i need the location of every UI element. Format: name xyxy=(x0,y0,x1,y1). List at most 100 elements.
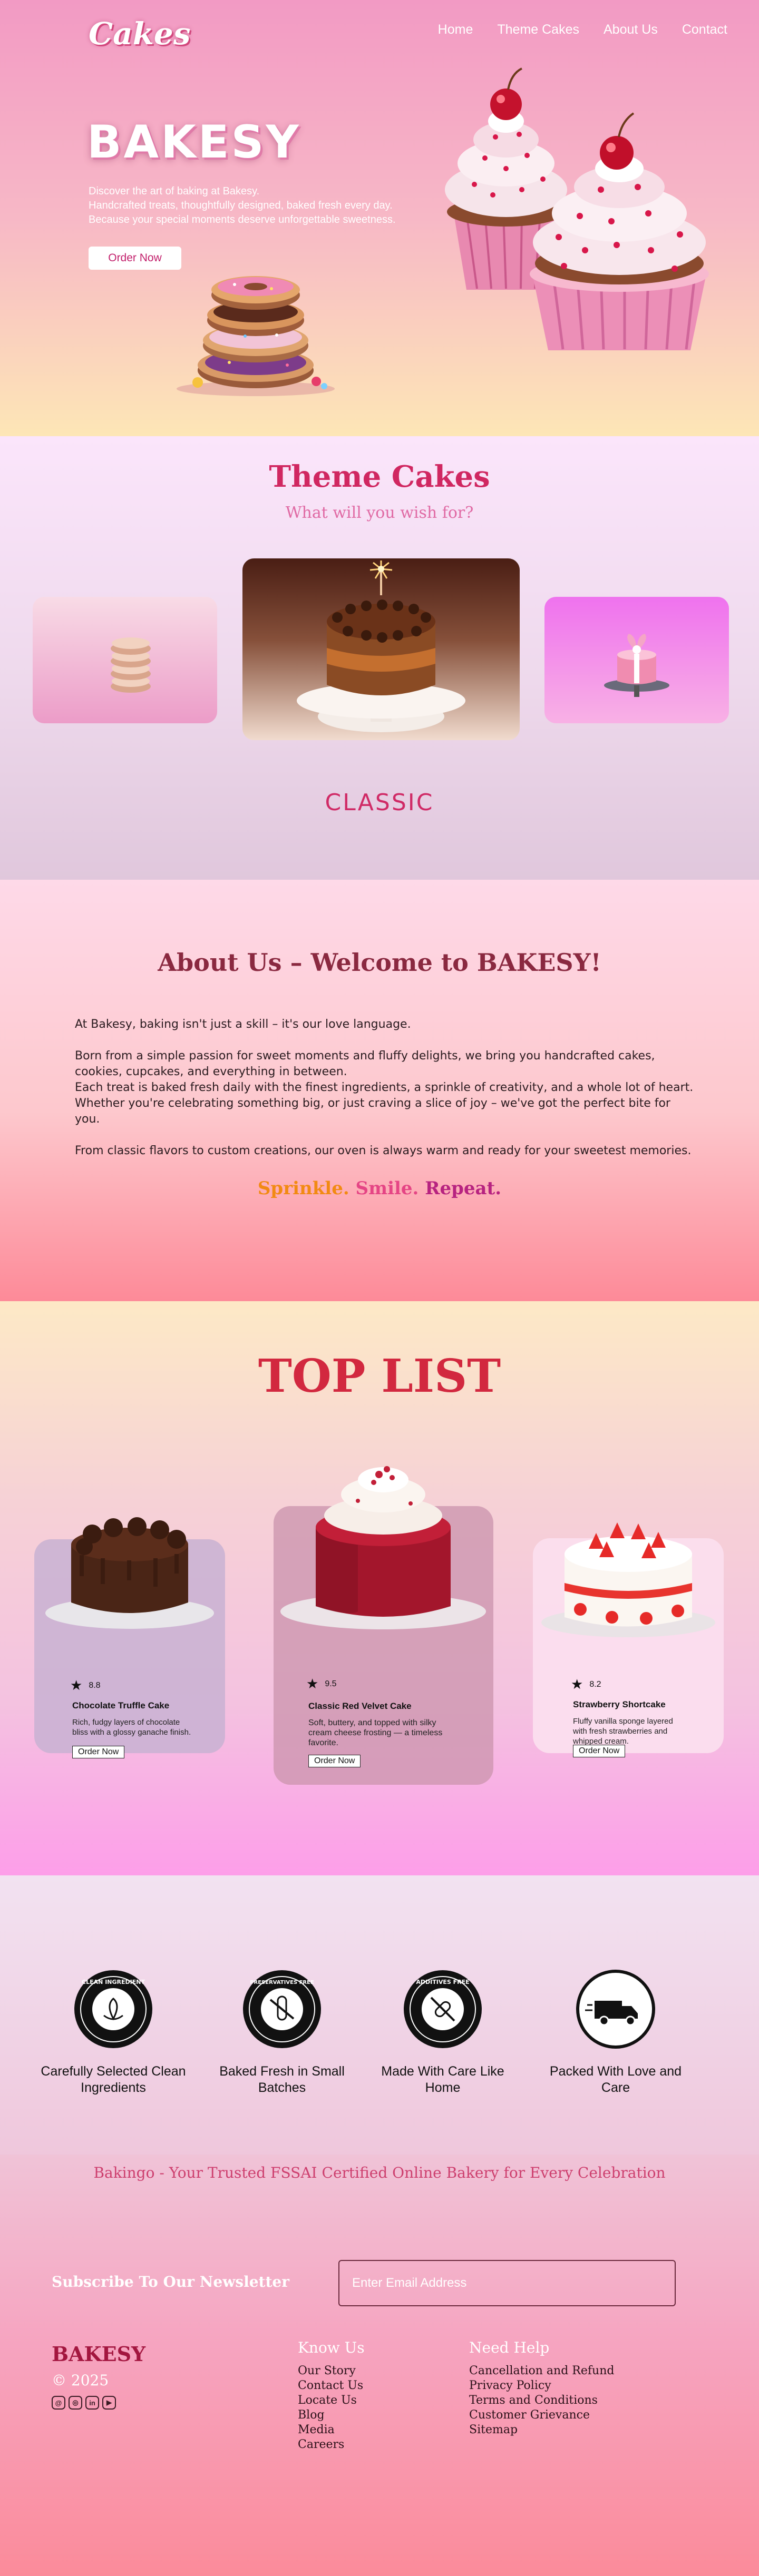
delivery-truck-badge-icon xyxy=(576,1970,655,2049)
product-card: ★ 8.2 Strawberry Shortcake Fluffy vanill… xyxy=(533,1522,724,1757)
gift-cake-image xyxy=(604,634,669,697)
about-section: About Us – Welcome to BAKESY! At Bakesy,… xyxy=(0,880,759,1301)
star-icon: ★ xyxy=(571,1676,583,1692)
feature-item: ADDITIVES FREE Made With Care Like Home xyxy=(364,1968,522,2096)
linkedin-icon[interactable]: in xyxy=(85,2396,99,2410)
nav-theme-cakes[interactable]: Theme Cakes xyxy=(497,22,579,37)
rating-value: 8.8 xyxy=(89,1680,101,1690)
feature-item: PRESERVATIVES FREE Baked Fresh in Small … xyxy=(203,1968,361,2096)
tagline-word: Repeat. xyxy=(425,1178,502,1199)
order-now-button[interactable]: Order Now xyxy=(573,1745,626,1757)
about-paragraph: Whether you're celebrating something big… xyxy=(75,1097,670,1126)
footer-column-title: Need Help xyxy=(469,2339,550,2356)
site-logo[interactable]: Cakes xyxy=(89,16,190,52)
rating-value: 9.5 xyxy=(325,1679,337,1688)
footer-section: Bakingo - Your Trusted FSSAI Certified O… xyxy=(0,2155,759,2576)
strawberry-shortcake-image xyxy=(541,1522,715,1637)
newsletter-label: Subscribe To Our Newsletter xyxy=(52,2273,289,2290)
about-paragraph: Born from a simple passion for sweet mom… xyxy=(75,1049,655,1078)
donut-stack-image xyxy=(177,276,335,396)
feature-item: CLEAN INGREDIENT Carefully Selected Clea… xyxy=(34,1968,192,2096)
product-rating: ★ 8.2 xyxy=(571,1676,601,1693)
footer-link[interactable]: Privacy Policy xyxy=(469,2378,614,2393)
classic-cake-image xyxy=(297,561,465,732)
nav-about-us[interactable]: About Us xyxy=(604,22,658,37)
footer-copyright: © 2025 xyxy=(52,2372,109,2389)
top-list-section: TOP LIST ★ 8.8 Chocolate Truffle Cake Ri… xyxy=(0,1301,759,1875)
product-description: Rich, fudgy layers of chocolate bliss wi… xyxy=(72,1718,191,1737)
clean-ingredient-badge-icon: CLEAN INGREDIENT xyxy=(74,1970,152,2048)
cupcakes-image xyxy=(445,67,709,350)
product-description: Soft, buttery, and topped with silky cre… xyxy=(308,1718,443,1747)
footer-brand: BAKESY xyxy=(52,2342,146,2366)
feature-caption: Baked Fresh in Small Batches xyxy=(219,2064,345,2095)
star-icon: ★ xyxy=(306,1676,319,1692)
feature-caption: Made With Care Like Home xyxy=(381,2064,504,2095)
feature-caption: Carefully Selected Clean Ingredients xyxy=(41,2064,186,2095)
nav-home[interactable]: Home xyxy=(438,22,473,37)
footer-link[interactable]: Our Story xyxy=(298,2364,365,2378)
about-paragraph: From classic flavors to custom creations… xyxy=(75,1144,692,1157)
footer-link[interactable]: Cancellation and Refund xyxy=(469,2364,614,2378)
hero-description: Discover the art of baking at Bakesy. Ha… xyxy=(89,184,426,227)
social-links: @ ◎ in ▶ xyxy=(52,2396,116,2410)
tagline-word: Sprinkle. xyxy=(257,1178,349,1199)
product-name: Chocolate Truffle Cake xyxy=(72,1700,170,1710)
footer-column-title: Know Us xyxy=(298,2339,365,2356)
badge-text: PRESERVATIVES FREE xyxy=(250,1980,314,1985)
feature-caption: Packed With Love and Care xyxy=(549,2064,682,2095)
product-rating: ★ 8.8 xyxy=(70,1677,101,1694)
theme-cakes-section: Theme Cakes What will you wish for? CLAS… xyxy=(0,436,759,880)
footer-link[interactable]: Blog xyxy=(298,2408,365,2423)
carousel-card-active[interactable] xyxy=(242,558,520,740)
fssai-statement: Bakingo - Your Trusted FSSAI Certified O… xyxy=(93,2164,666,2181)
tagline-word: Smile. xyxy=(355,1178,419,1199)
product-name: Classic Red Velvet Cake xyxy=(308,1701,412,1711)
about-title: About Us – Welcome to BAKESY! xyxy=(158,948,601,977)
chocolate-truffle-cake-image xyxy=(45,1517,214,1629)
additives-free-badge-icon: ADDITIVES FREE xyxy=(404,1970,482,2048)
order-now-button[interactable]: Order Now xyxy=(72,1746,125,1758)
footer-link[interactable]: Sitemap xyxy=(469,2423,614,2437)
footer-column-know-us: Know Us Our Story Contact Us Locate Us B… xyxy=(298,2339,365,2452)
product-name: Strawberry Shortcake xyxy=(573,1699,666,1709)
about-paragraph: Each treat is baked fresh daily with the… xyxy=(75,1081,694,1094)
carousel-card-prev[interactable] xyxy=(33,597,217,723)
order-now-button[interactable]: Order Now xyxy=(308,1755,361,1767)
main-nav: Home Theme Cakes About Us Contact xyxy=(438,22,727,37)
hero-section: Cakes Home Theme Cakes About Us Contact … xyxy=(0,0,759,436)
about-body: At Bakesy, baking isn't just a skill – i… xyxy=(75,1017,697,1175)
theme-title: Theme Cakes xyxy=(269,459,490,494)
active-theme-label: CLASSIC xyxy=(325,789,434,816)
product-description: Fluffy vanilla sponge layered with fresh… xyxy=(573,1717,673,1746)
footer-link[interactable]: Careers xyxy=(298,2437,365,2452)
about-paragraph: At Bakesy, baking isn't just a skill – i… xyxy=(75,1018,411,1031)
features-section: CLEAN INGREDIENT Carefully Selected Clea… xyxy=(0,1875,759,2155)
youtube-icon[interactable]: ▶ xyxy=(102,2396,116,2410)
macaron-stack-image xyxy=(111,637,151,693)
red-velvet-cake-image xyxy=(280,1466,486,1629)
product-card: ★ 8.8 Chocolate Truffle Cake Rich, fudgy… xyxy=(34,1517,225,1758)
hero-title: BAKESY xyxy=(87,116,301,169)
threads-icon[interactable]: @ xyxy=(52,2396,65,2410)
newsletter-email-input[interactable] xyxy=(338,2260,676,2306)
top-list-title: TOP LIST xyxy=(258,1350,501,1403)
hero-desc-line: Handcrafted treats, thoughtfully designe… xyxy=(89,200,393,211)
footer-link[interactable]: Media xyxy=(298,2423,365,2437)
theme-subtitle: What will you wish for? xyxy=(285,504,474,522)
nav-contact[interactable]: Contact xyxy=(682,22,727,37)
footer-link[interactable]: Locate Us xyxy=(298,2393,365,2408)
product-rating: ★ 9.5 xyxy=(306,1676,337,1692)
footer-link[interactable]: Terms and Conditions xyxy=(469,2393,614,2408)
about-tagline: Sprinkle. Smile. Repeat. xyxy=(0,1178,759,1199)
carousel-card-next[interactable] xyxy=(544,597,729,723)
feature-item: Packed With Love and Care xyxy=(537,1968,695,2096)
hero-desc-line: Discover the art of baking at Bakesy. xyxy=(89,185,260,197)
footer-link[interactable]: Customer Grievance xyxy=(469,2408,614,2423)
footer-column-need-help: Need Help Cancellation and Refund Privac… xyxy=(469,2339,614,2437)
rating-value: 8.2 xyxy=(589,1679,601,1689)
badge-text: CLEAN INGREDIENT xyxy=(82,1979,145,1985)
hero-desc-line: Because your special moments deserve unf… xyxy=(89,214,396,225)
instagram-icon[interactable]: ◎ xyxy=(69,2396,82,2410)
footer-link[interactable]: Contact Us xyxy=(298,2378,365,2393)
